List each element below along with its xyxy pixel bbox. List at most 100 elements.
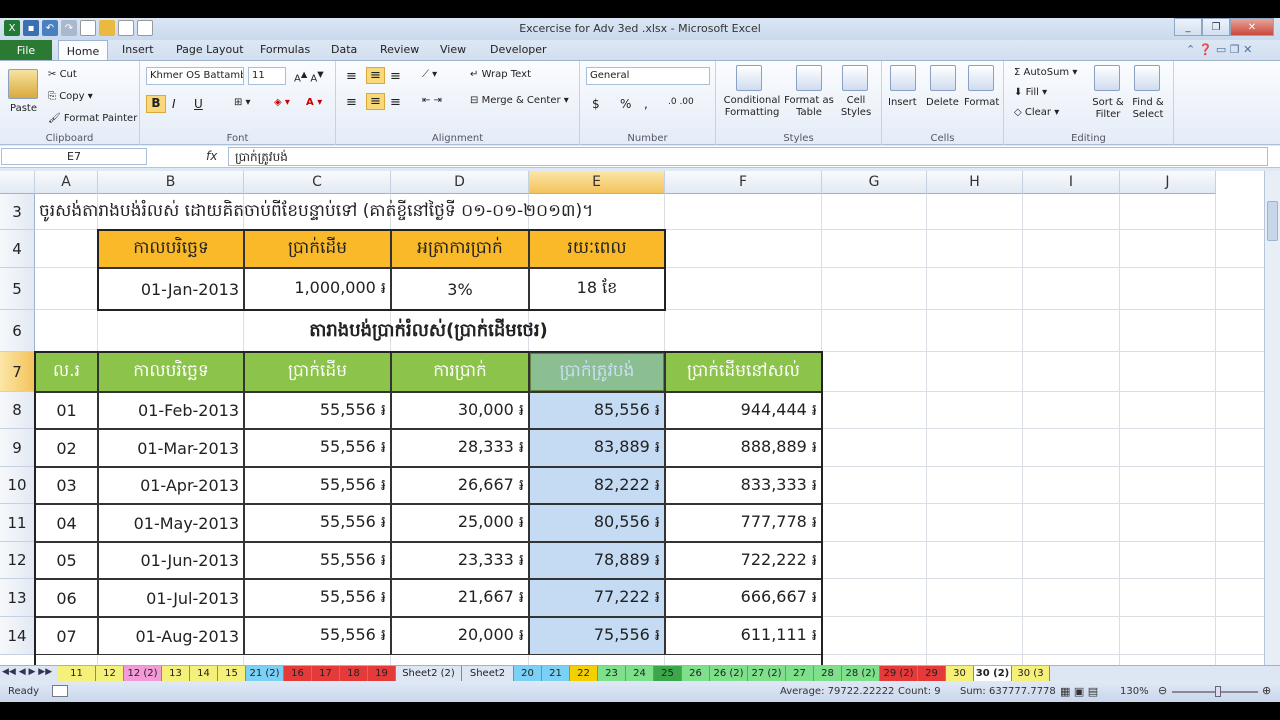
table-cell[interactable]: 82,222 ៛ (529, 467, 665, 504)
zoom-out-icon[interactable]: ⊖ (1158, 684, 1167, 697)
table-cell[interactable]: 28,333 ៛ (391, 429, 529, 467)
help-icon[interactable]: ⌃ ❓ ▭ ❐ ✕ (1186, 43, 1252, 56)
table-cell[interactable]: 55,556 ៛ (244, 579, 391, 617)
delete-cells-button[interactable]: Delete (926, 97, 959, 108)
sheet-tab[interactable]: 21 (542, 666, 570, 681)
decimal-icon[interactable]: .0 .00 (668, 97, 694, 107)
align-middle-icon[interactable]: ≡ (366, 67, 385, 84)
macro-record-icon[interactable] (52, 685, 68, 697)
table-cell[interactable]: 01-Aug-2013 (98, 617, 244, 655)
sheet-tab[interactable]: 30 (946, 666, 974, 681)
table-header-cell[interactable]: ប្រាក់ដើម (244, 352, 391, 392)
column-header-h[interactable]: H (927, 171, 1023, 194)
table-cell[interactable]: 666,667 ៛ (665, 579, 822, 617)
table-cell[interactable]: 55,556 ៛ (244, 392, 391, 429)
table-cell[interactable]: 777,778 ៛ (665, 504, 822, 542)
indent-icon[interactable]: ⇤ ⇥ (422, 95, 442, 106)
table-cell[interactable]: 55,556 ៛ (244, 542, 391, 579)
table-cell[interactable]: 01-May-2013 (98, 504, 244, 542)
close-button[interactable]: ✕ (1230, 18, 1274, 36)
sheet-tab[interactable]: 27 (786, 666, 814, 681)
sheet-tab[interactable]: 24 (626, 666, 654, 681)
row-header-3[interactable]: 3 (0, 194, 35, 230)
info-header-cell[interactable]: ប្រាក់ដើម (244, 230, 391, 268)
scrollbar-thumb[interactable] (1267, 201, 1278, 241)
info-value-cell[interactable]: 18 ខែ (529, 268, 665, 310)
table-cell[interactable]: 01-Apr-2013 (98, 467, 244, 504)
sheet-tab[interactable]: 28 (2) (842, 666, 880, 681)
font-color-icon[interactable]: A ▾ (306, 97, 322, 108)
paste-icon[interactable] (8, 69, 38, 99)
cell-styles-button[interactable]: Cell Styles (834, 95, 878, 119)
name-box[interactable]: E7 (1, 148, 147, 165)
table-cell[interactable]: 03 (35, 467, 98, 504)
table-header-cell[interactable]: ការប្រាក់ (391, 352, 529, 392)
table-header-cell[interactable]: ប្រាក់ដើមនៅសល់ (665, 352, 822, 392)
insert-cells-button[interactable]: Insert (888, 97, 917, 108)
table-cell[interactable]: 85,556 ៛ (529, 392, 665, 429)
vertical-scrollbar[interactable] (1264, 171, 1280, 665)
info-header-cell[interactable]: អត្រាការប្រាក់ (391, 230, 529, 268)
bold-button[interactable]: B (146, 95, 166, 113)
info-value-cell[interactable]: 1,000,000 ៛ (244, 268, 391, 310)
table-cell[interactable]: 01-Jun-2013 (98, 542, 244, 579)
table-header-cell[interactable]: ប្រាក់ត្រូវបង់ (529, 352, 665, 392)
sheet-tab[interactable]: 29 (918, 666, 946, 681)
column-header-j[interactable]: J (1120, 171, 1216, 194)
sheet-tab[interactable]: 26 (2) (710, 666, 748, 681)
sheet-tab[interactable]: 13 (162, 666, 190, 681)
zoom-level[interactable]: 130% (1120, 686, 1149, 697)
row-header-12[interactable]: 12 (0, 542, 35, 579)
column-header-b[interactable]: B (98, 171, 244, 194)
table-cell[interactable]: 75,556 ៛ (529, 617, 665, 655)
table-header-cell[interactable]: កាលបរិច្ឆេទ (98, 352, 244, 392)
align-center-icon[interactable]: ≡ (366, 93, 385, 110)
info-value-cell[interactable]: 01-Jan-2013 (98, 268, 244, 310)
font-size-select[interactable]: 11 (248, 67, 286, 85)
sheet-tab[interactable]: 15 (218, 666, 246, 681)
zoom-slider-thumb[interactable] (1215, 686, 1221, 697)
row-header-10[interactable]: 10 (0, 467, 35, 504)
tab-developer[interactable]: Developer (490, 43, 547, 56)
paste-button[interactable]: Paste (10, 103, 37, 114)
column-header-d[interactable]: D (391, 171, 529, 194)
minimize-button[interactable]: _ (1174, 18, 1202, 36)
table-cell[interactable]: 77,222 ៛ (529, 579, 665, 617)
column-header-e[interactable]: E (529, 171, 665, 194)
table-cell[interactable]: 02 (35, 429, 98, 467)
currency-button[interactable]: $ (592, 97, 600, 111)
table-cell[interactable]: 05 (35, 542, 98, 579)
view-buttons-icon[interactable]: ▦ ▣ ▤ (1060, 685, 1098, 698)
sheet-tab[interactable]: 30 (3 (1012, 666, 1050, 681)
sheet-nav-icon[interactable]: ◀◀ ◀ ▶ ▶▶ (2, 667, 52, 677)
zoom-in-icon[interactable]: ⊕ (1262, 684, 1271, 697)
comma-button[interactable]: , (644, 97, 648, 111)
find-select-button[interactable]: Find & Select (1128, 97, 1168, 121)
clear-button[interactable]: ◇ Clear ▾ (1014, 107, 1059, 118)
fill-color-icon[interactable]: ◈ ▾ (274, 97, 290, 108)
table-cell[interactable]: 722,222 ៛ (665, 542, 822, 579)
row-header-4[interactable]: 4 (0, 230, 35, 268)
align-right-icon[interactable]: ≡ (390, 95, 401, 110)
row-header-11[interactable]: 11 (0, 504, 35, 542)
align-left-icon[interactable]: ≡ (346, 95, 357, 110)
sheet-tab[interactable]: 20 (514, 666, 542, 681)
table-cell[interactable]: 888,889 ៛ (665, 429, 822, 467)
sheet-tab[interactable]: 28 (814, 666, 842, 681)
tab-insert[interactable]: Insert (122, 43, 154, 56)
format-cells-button[interactable]: Format (964, 97, 999, 108)
table-cell[interactable]: 01 (35, 392, 98, 429)
column-header-g[interactable]: G (822, 171, 927, 194)
sheet-tab[interactable]: 12 (96, 666, 124, 681)
insert-function-icon[interactable]: fx (206, 149, 217, 163)
percent-button[interactable]: % (620, 97, 631, 111)
row-header-6[interactable]: 6 (0, 310, 35, 352)
sheet-tab[interactable]: 14 (190, 666, 218, 681)
table-header-cell[interactable]: ល.រ (35, 352, 98, 392)
table-cell[interactable]: 01-Mar-2013 (98, 429, 244, 467)
table-cell[interactable]: 26,667 ៛ (391, 467, 529, 504)
info-header-cell[interactable]: កាលបរិច្ឆេទ (98, 230, 244, 268)
restore-button[interactable]: ❐ (1202, 18, 1230, 36)
align-top-icon[interactable]: ≡ (346, 69, 357, 84)
tab-page-layout[interactable]: Page Layout (176, 43, 244, 56)
